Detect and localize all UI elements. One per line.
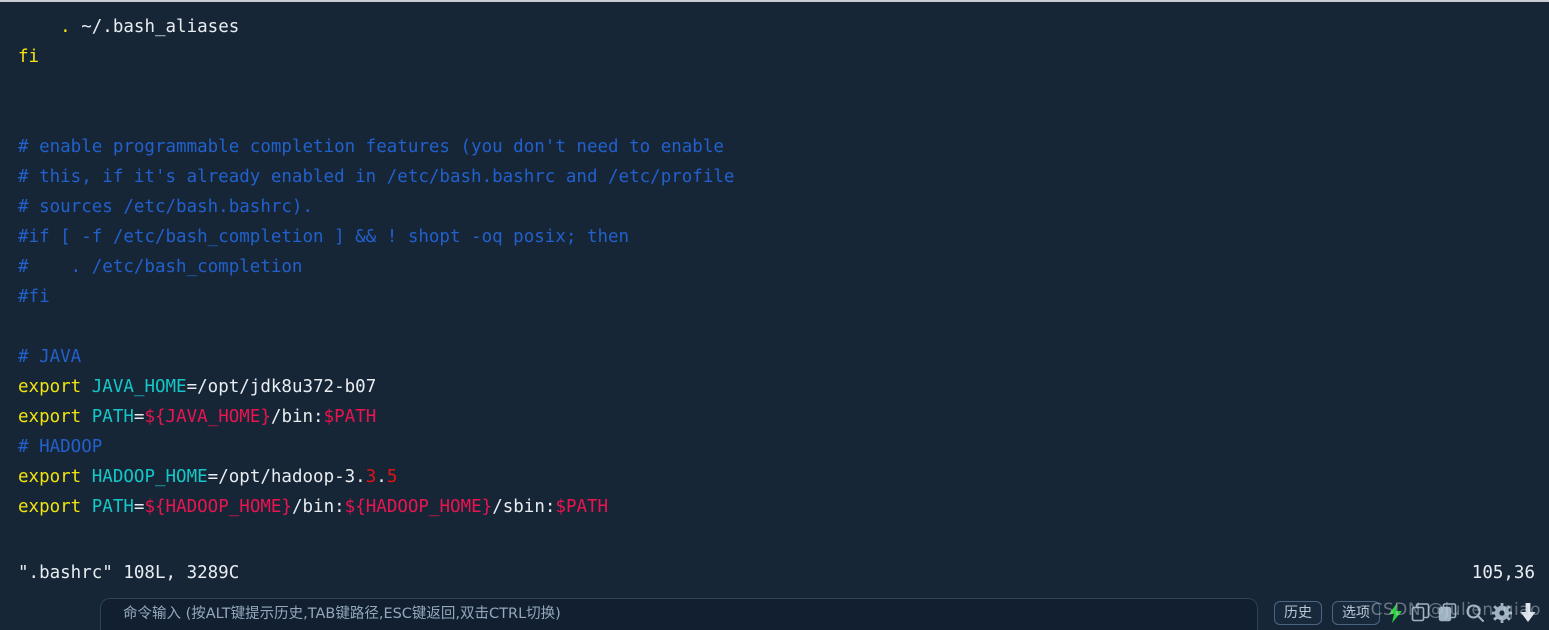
code-token: = [133, 407, 145, 427]
editor-line: # JAVA [0, 342, 1549, 372]
status-file-info: ".bashrc" 108L, 3289C [18, 563, 240, 583]
code-token: # sources /etc/bash.bashrc). [18, 197, 314, 217]
editor-line: # . /etc/bash_completion [0, 252, 1549, 282]
code-token: JAVA_HOME [91, 377, 187, 397]
code-token: # JAVA [18, 347, 82, 367]
code-token: fi [18, 47, 40, 67]
command-input[interactable]: 命令输入 (按ALT键提示历史,TAB键路径,ESC键返回,双击CTRL切换) [100, 598, 1258, 630]
code-token: ${HADOOP_HOME} [344, 497, 493, 517]
code-token: # this, if it's already enabled in /etc/… [18, 167, 735, 187]
vim-editor-area[interactable]: . ~/.bash_aliasesfi # enable programmabl… [0, 4, 1549, 596]
paste-icon[interactable] [1438, 603, 1458, 623]
editor-line: export PATH=${JAVA_HOME}/bin:$PATH [0, 402, 1549, 432]
code-token: . [60, 17, 71, 37]
options-button[interactable]: 选项 [1332, 601, 1380, 625]
editor-line: export HADOOP_HOME=/opt/hadoop-3.3.5 [0, 462, 1549, 492]
gear-icon[interactable] [1492, 603, 1512, 623]
code-token: =/opt/jdk8u372-b07 [186, 377, 377, 397]
code-token: export [18, 467, 92, 487]
code-token: . [376, 467, 387, 487]
history-button[interactable]: 历史 [1274, 601, 1322, 625]
editor-line: export PATH=${HADOOP_HOME}/bin:${HADOOP_… [0, 492, 1549, 522]
vim-status-line: ".bashrc" 108L, 3289C 105,36 [0, 558, 1549, 588]
editor-line: . ~/.bash_aliases [0, 12, 1549, 42]
code-token: # enable programmable completion feature… [18, 137, 724, 157]
search-icon[interactable] [1465, 603, 1485, 623]
code-token: # . /etc/bash_completion [18, 257, 303, 277]
command-bar: 命令输入 (按ALT键提示历史,TAB键路径,ESC键返回,双击CTRL切换) … [0, 594, 1549, 630]
code-token: /sbin: [492, 497, 556, 517]
code-token: HADOOP_HOME [91, 467, 208, 487]
code-token: export [18, 407, 92, 427]
code-token: 5 [386, 467, 398, 487]
code-token: ${JAVA_HOME} [144, 407, 271, 427]
copy-icon[interactable] [1411, 603, 1431, 623]
code-token: # HADOOP [18, 437, 103, 457]
code-token: /bin: [291, 497, 345, 517]
code-token: /bin: [270, 407, 324, 427]
code-token: export [18, 497, 92, 517]
code-token: 3 [365, 467, 377, 487]
code-token: #fi [18, 287, 50, 307]
editor-line: #fi [0, 282, 1549, 312]
editor-line: fi [0, 42, 1549, 72]
code-token: = [133, 497, 145, 517]
editor-line: # HADOOP [0, 432, 1549, 462]
editor-line: export JAVA_HOME=/opt/jdk8u372-b07 [0, 372, 1549, 402]
editor-line: #if [ -f /etc/bash_completion ] && ! sho… [0, 222, 1549, 252]
code-token: ~/.bash_aliases [70, 17, 240, 37]
code-token: #if [ -f /etc/bash_completion ] && ! sho… [18, 227, 630, 247]
editor-line: # enable programmable completion feature… [0, 132, 1549, 162]
code-token: export [18, 377, 92, 397]
lightning-icon[interactable] [1388, 602, 1404, 624]
editor-line: # sources /etc/bash.bashrc). [0, 192, 1549, 222]
code-token: PATH [91, 407, 134, 427]
code-token: ${HADOOP_HOME} [144, 497, 292, 517]
code-token: $PATH [323, 407, 377, 427]
editor-line: # this, if it's already enabled in /etc/… [0, 162, 1549, 192]
code-token: =/opt/hadoop-3. [207, 467, 366, 487]
terminal-window: . ~/.bash_aliasesfi # enable programmabl… [0, 0, 1549, 630]
download-icon[interactable] [1519, 602, 1537, 624]
command-bar-icons [1388, 600, 1537, 626]
status-cursor-position: 105,36 [1471, 563, 1535, 583]
code-token: $PATH [555, 497, 609, 517]
code-token: PATH [91, 497, 134, 517]
